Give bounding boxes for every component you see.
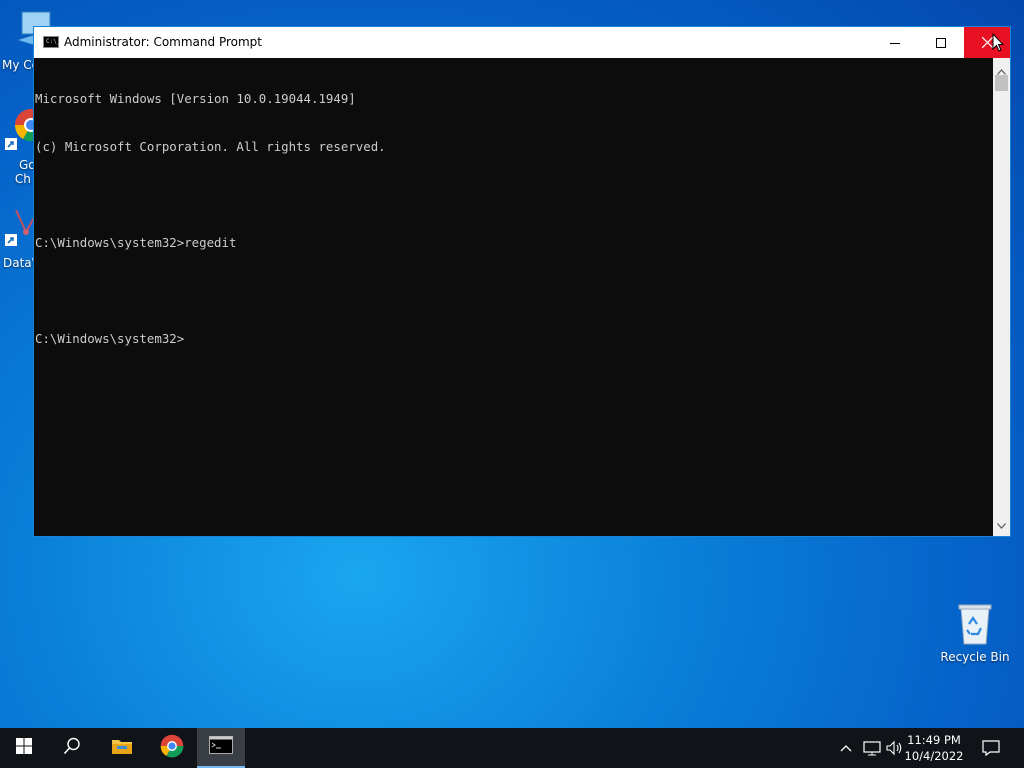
clock-date: 10/4/2022 (904, 749, 964, 763)
console-line: C:\Windows\system32>regedit (35, 235, 237, 250)
shortcut-arrow-icon (5, 234, 17, 249)
network-icon[interactable] (863, 740, 881, 760)
close-icon (981, 37, 993, 48)
desktop-icon-label: Recycle Bin (940, 650, 1010, 664)
start-button[interactable] (0, 728, 48, 768)
vertical-scrollbar[interactable] (993, 58, 1010, 536)
notification-icon[interactable] (982, 740, 1000, 760)
search-button[interactable] (48, 728, 96, 768)
cmd-icon: C:\_ (43, 36, 60, 48)
recycle-bin-icon (955, 602, 995, 646)
console-line: (c) Microsoft Corporation. All rights re… (35, 139, 386, 154)
taskbar-file-explorer[interactable] (98, 728, 146, 768)
console-prompt-line[interactable]: C:\Windows\system32> (35, 331, 994, 347)
taskbar-command-prompt[interactable] (197, 728, 245, 768)
command-prompt-window[interactable]: C:\_ Administrator: Command Prompt Micro… (33, 26, 1011, 537)
title-bar[interactable]: C:\_ Administrator: Command Prompt (34, 27, 1010, 58)
desktop-icon-label-line2: Ch (14, 172, 31, 186)
mouse-pointer-icon (992, 32, 1005, 56)
search-icon (63, 737, 81, 759)
scroll-down-arrow-icon[interactable] (997, 514, 1006, 533)
clock-time: 11:49 PM (907, 733, 961, 747)
cmd-icon (209, 736, 233, 758)
chevron-up-icon[interactable] (840, 740, 852, 760)
maximize-button[interactable] (918, 27, 964, 58)
shortcut-arrow-icon (5, 138, 17, 153)
file-explorer-icon (111, 737, 133, 759)
scrollbar-thumb[interactable] (995, 75, 1008, 91)
taskbar-chrome[interactable] (148, 728, 196, 768)
desktop-icon-recycle-bin[interactable]: Recycle Bin (938, 602, 1012, 664)
minimize-icon (890, 38, 900, 48)
minimize-button[interactable] (872, 27, 918, 58)
windows-start-icon (16, 738, 32, 758)
taskbar: 11:49 PM 10/4/2022 (0, 728, 1024, 768)
taskbar-clock[interactable]: 11:49 PM 10/4/2022 (902, 732, 966, 764)
chrome-icon (160, 734, 184, 762)
console-output[interactable]: Microsoft Windows [Version 10.0.19044.19… (34, 58, 994, 536)
console-line: Microsoft Windows [Version 10.0.19044.19… (35, 91, 356, 106)
window-title: Administrator: Command Prompt (64, 35, 262, 49)
maximize-icon (936, 37, 946, 48)
